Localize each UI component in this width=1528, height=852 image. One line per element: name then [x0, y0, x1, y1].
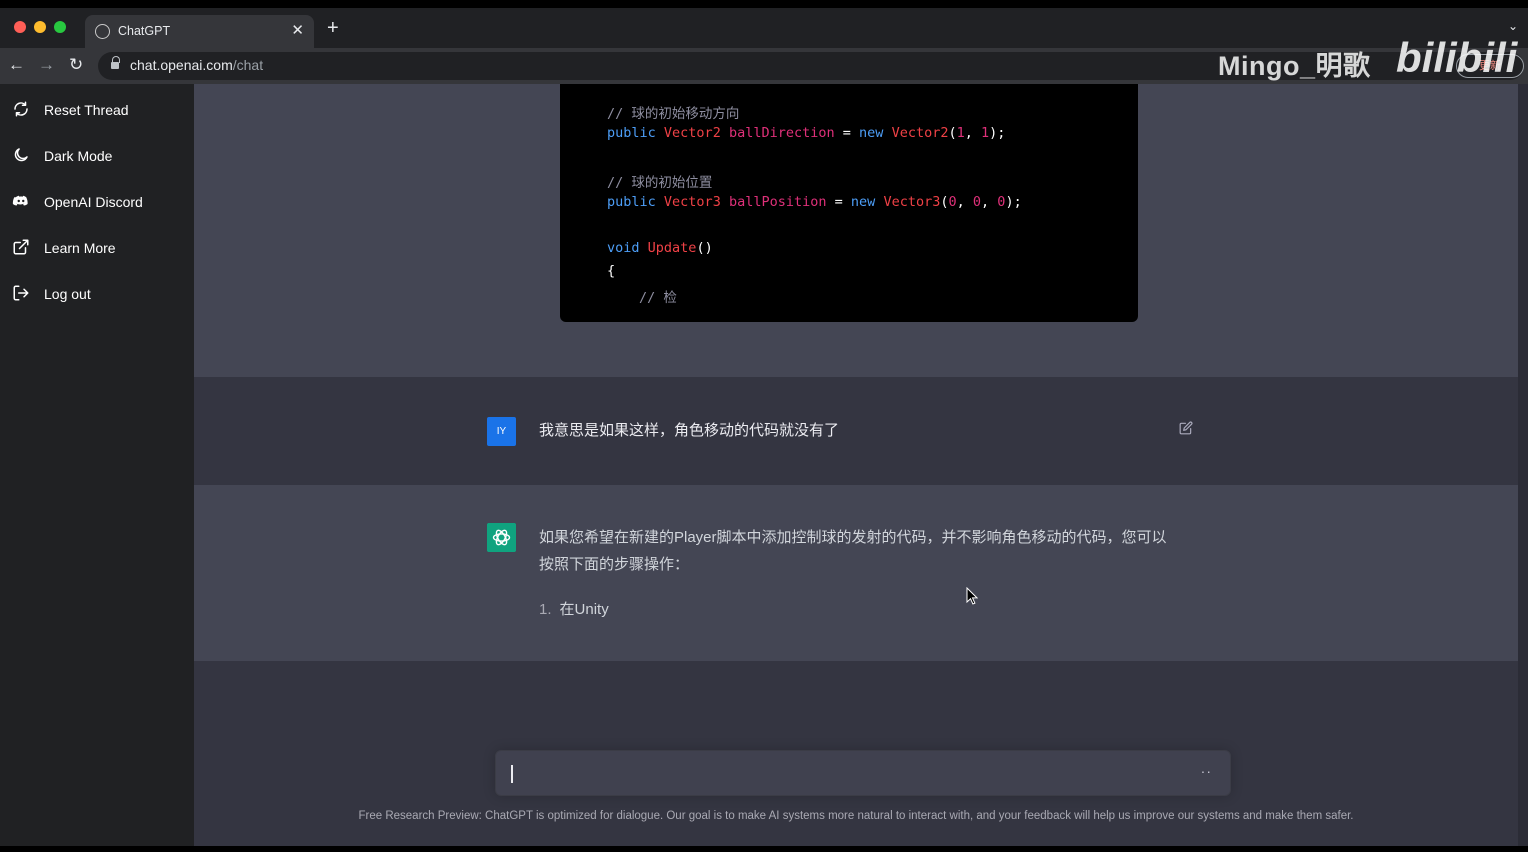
- browser-tab[interactable]: ChatGPT ✕: [85, 15, 314, 48]
- logout-icon: [13, 285, 29, 301]
- scrollbar[interactable]: [1518, 84, 1528, 846]
- user-message: IY 我意思是如果这样，角色移动的代码就没有了: [194, 377, 1518, 485]
- url-text[interactable]: chat.openai.com/chat: [130, 57, 263, 73]
- code-line: public Vector3 ballPosition = new Vector…: [607, 194, 1022, 210]
- sidebar-item-openai-discord[interactable]: OpenAI Discord: [0, 181, 194, 225]
- sidebar-item-learn-more[interactable]: Learn More: [0, 227, 194, 271]
- sidebar-item-dark-mode[interactable]: Dark Mode: [0, 135, 194, 179]
- user-message-text: 我意思是如果这样，角色移动的代码就没有了: [539, 422, 840, 439]
- assistant-message: 如果您希望在新建的Player脚本中添加控制球的发射的代码，并不影响角色移动的代…: [194, 485, 1518, 661]
- new-tab-button[interactable]: +: [327, 18, 339, 38]
- sidebar-item-label: OpenAI Discord: [44, 194, 143, 210]
- openai-logo-icon: [487, 523, 516, 552]
- loading-dots-icon[interactable]: ··: [1201, 763, 1212, 779]
- bilibili-logo: bilibili: [1396, 34, 1518, 81]
- assistant-message-text: 如果您希望在新建的Player脚本中添加控制球的发射的代码，并不影响角色移动的代…: [539, 529, 1167, 573]
- refresh-icon: [14, 101, 28, 117]
- watermark-text: Mingo_明歌: [1218, 51, 1371, 81]
- tab-close-icon[interactable]: ✕: [291, 21, 304, 39]
- reload-icon[interactable]: ↻: [69, 55, 83, 75]
- assistant-message-code-block: // 球的初始移动方向 public Vector2 ballDirection…: [194, 84, 1518, 377]
- sidebar-item-reset-thread[interactable]: Reset Thread: [0, 89, 194, 133]
- prompt-input[interactable]: [516, 761, 1176, 787]
- sidebar-item-label: Reset Thread: [44, 102, 129, 118]
- code-line: public Vector2 ballDirection = new Vecto…: [607, 125, 1006, 141]
- code-comment: // 球的初始移动方向: [607, 106, 740, 122]
- code-line: void Update(): [607, 240, 713, 256]
- openai-favicon-icon: [95, 24, 110, 39]
- code-comment: // 检: [639, 290, 677, 306]
- bottom-strip: [0, 846, 1528, 852]
- maximize-window-button[interactable]: [54, 21, 66, 33]
- footer-disclaimer: Free Research Preview: ChatGPT is optimi…: [358, 810, 1354, 822]
- chat-main: // 球的初始移动方向 public Vector2 ballDirection…: [194, 84, 1518, 846]
- minimize-window-button[interactable]: [34, 21, 46, 33]
- code-comment: // 球的初始位置: [607, 175, 713, 191]
- list-item: 1. 在Unity: [539, 601, 609, 618]
- edit-icon[interactable]: [1179, 421, 1193, 435]
- lock-icon[interactable]: [111, 56, 120, 70]
- tab-title: ChatGPT: [118, 24, 171, 38]
- moon-icon: [14, 148, 28, 162]
- sidebar: Reset Thread Dark Mode OpenAI Discord Le…: [0, 84, 194, 846]
- code-line: {: [607, 263, 616, 279]
- tab-bar: ChatGPT ✕ + ⌄: [0, 8, 1528, 48]
- text-caret: [511, 765, 513, 783]
- sidebar-item-label: Dark Mode: [44, 148, 113, 164]
- mouse-cursor-icon: [966, 587, 978, 605]
- prompt-input-box[interactable]: ··: [495, 750, 1231, 796]
- code-block: // 球的初始移动方向 public Vector2 ballDirection…: [560, 84, 1138, 322]
- tab-search-icon[interactable]: ⌄: [1508, 19, 1518, 33]
- sidebar-item-label: Log out: [44, 286, 91, 302]
- close-window-button[interactable]: [14, 21, 26, 33]
- external-link-icon: [13, 239, 29, 255]
- sidebar-item-label: Learn More: [44, 240, 116, 256]
- back-arrow-icon[interactable]: ←: [8, 55, 25, 75]
- discord-icon: [12, 195, 28, 206]
- sidebar-item-log-out[interactable]: Log out: [0, 273, 194, 317]
- user-avatar: IY: [487, 417, 516, 446]
- forward-arrow-icon[interactable]: →: [38, 55, 55, 75]
